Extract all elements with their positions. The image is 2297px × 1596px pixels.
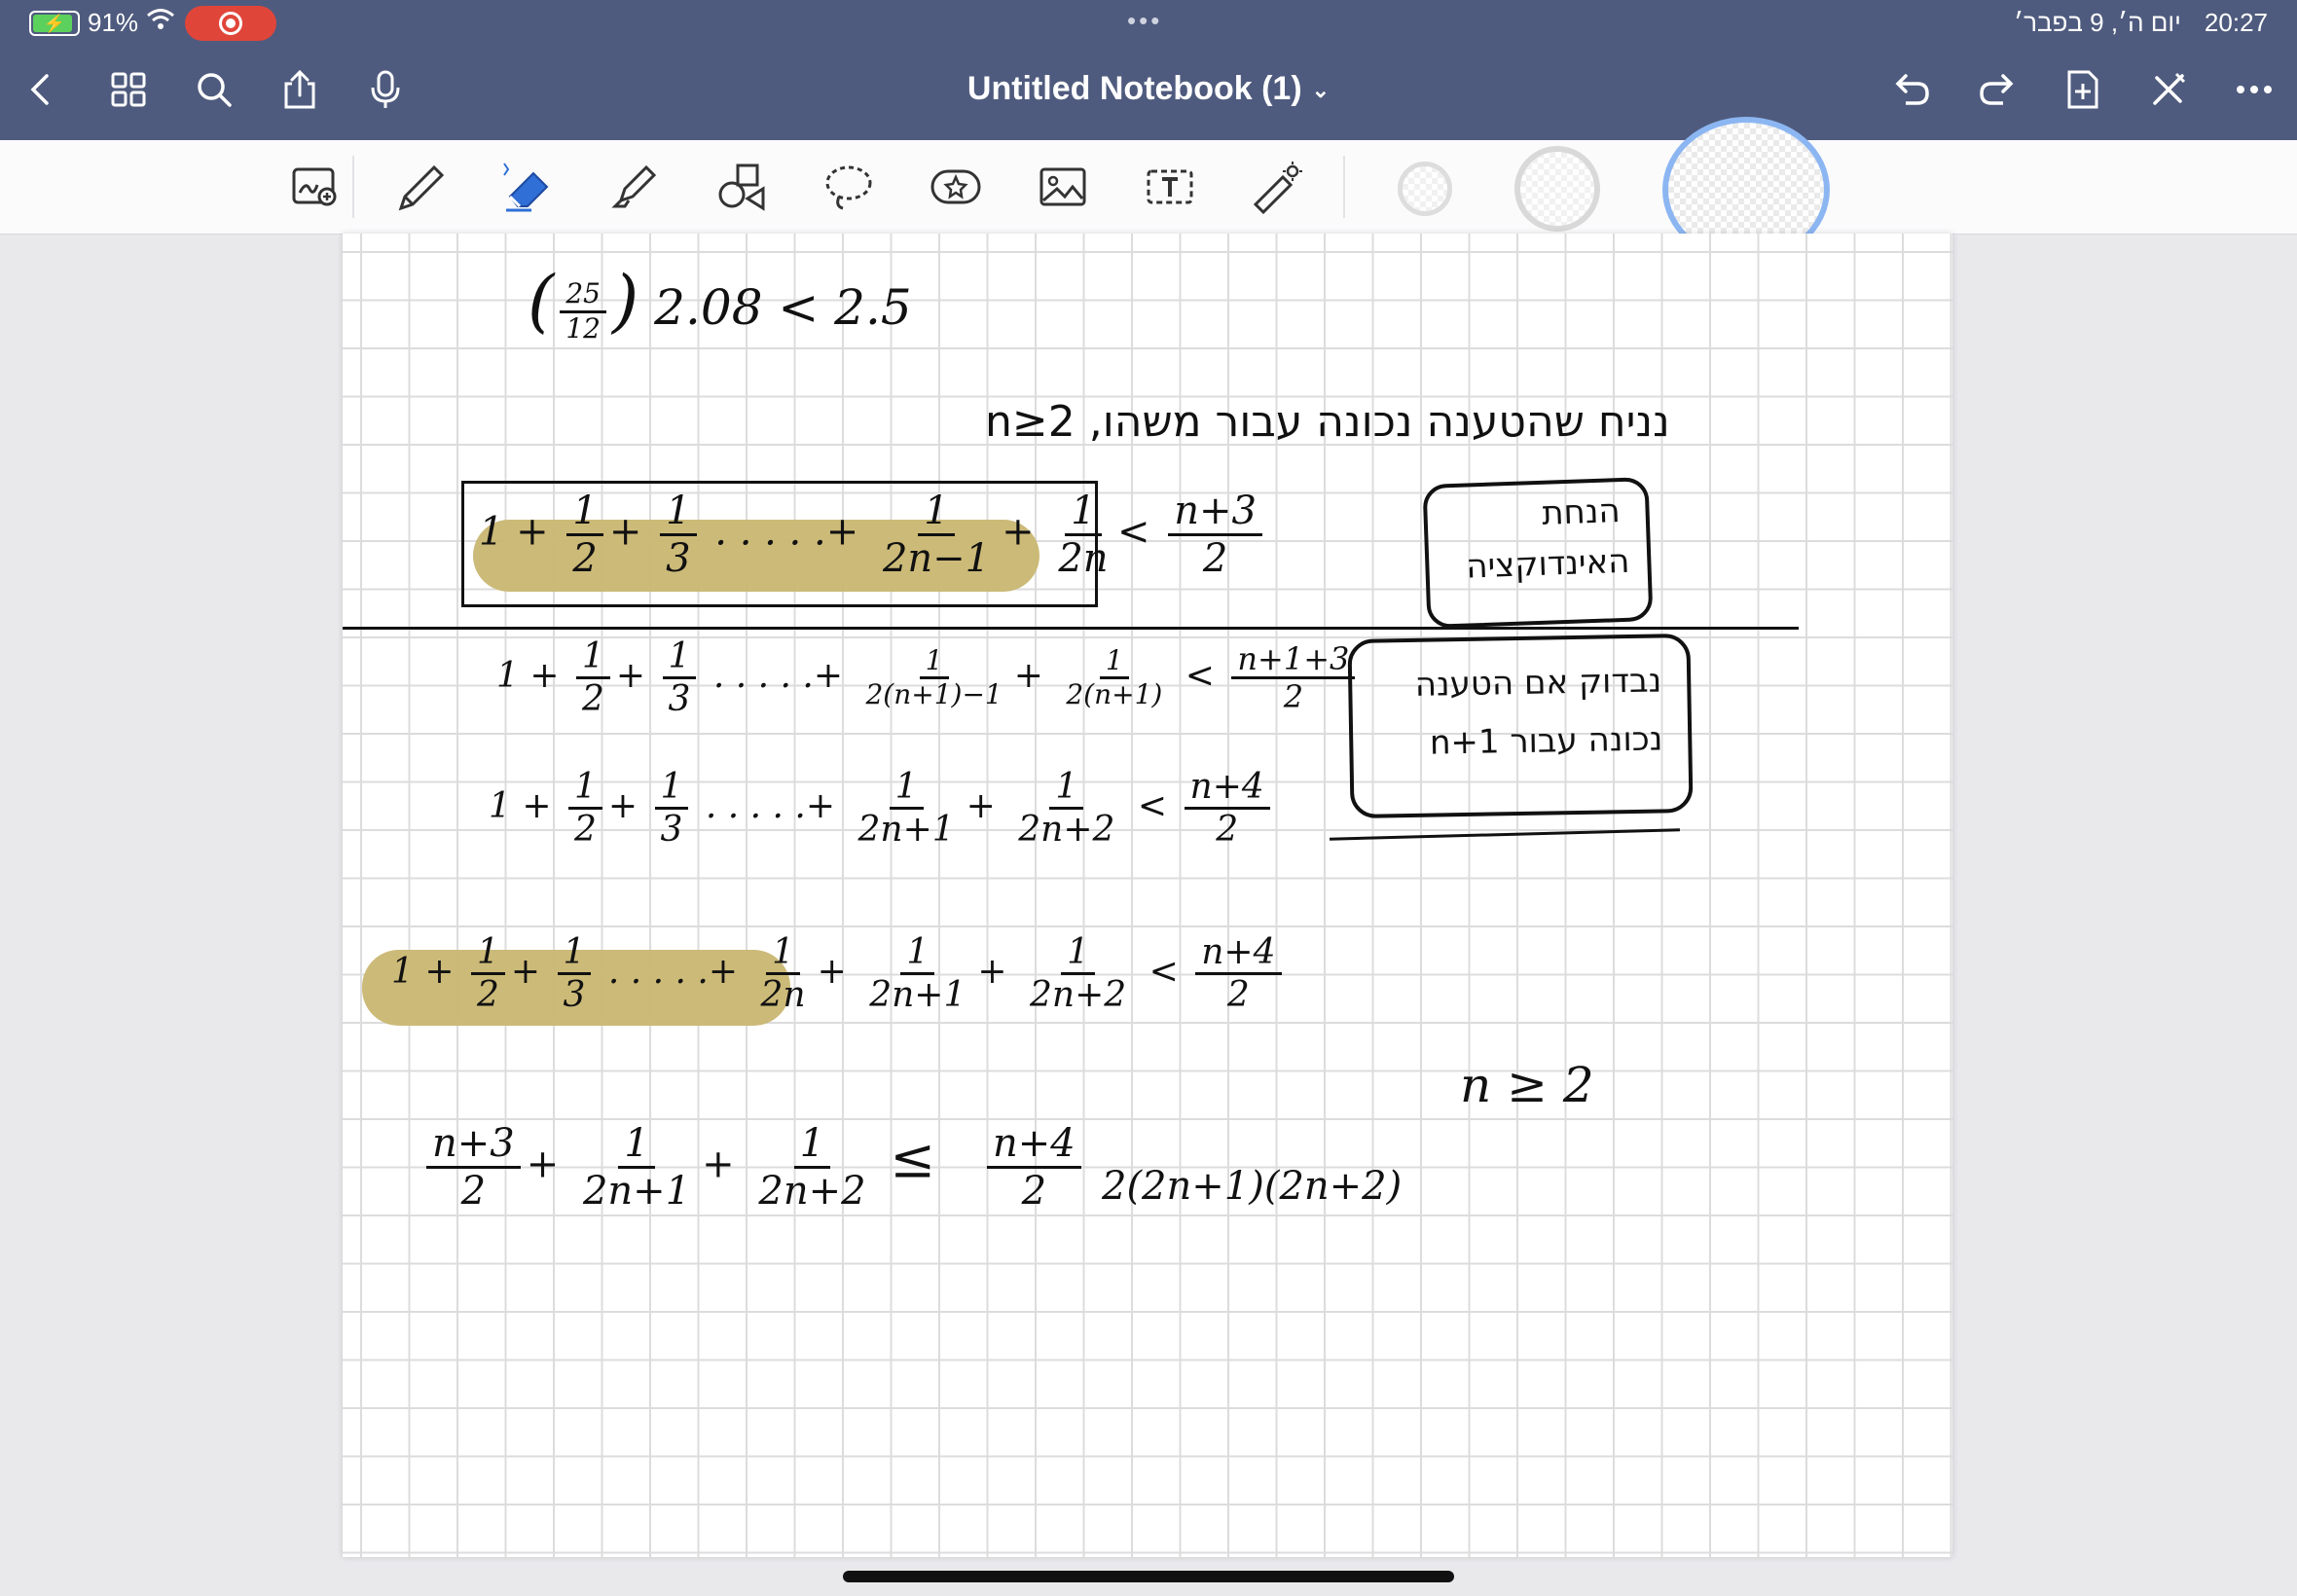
line1-frac-num: 25 xyxy=(560,278,606,313)
step-row-3: 1 + 1 2 + 13 . . . . .+ 1 2n + 1 2n+1 + 1 2n+2 … xyxy=(391,932,1288,1016)
line1-frac-den: 12 xyxy=(565,311,601,345)
step-row-2: 1 + 1 2 + 13 . . . . .+ 1 2n+1 + 1 2n+2 < n+4… xyxy=(489,767,1276,851)
step-row-4: n+3 2 + 1 2n+1 + 1 2n+2 ≤ n+4 2 xyxy=(420,1121,1087,1214)
top-bar: ⚡ 91% ••• יום ה׳, 9 בפבר׳ 20:27 Untitled… xyxy=(0,0,2297,140)
screen-recording-indicator[interactable] xyxy=(185,6,276,41)
handwriting-layer: (25 12) 2.08 < 2.5 נניח שהטענה נכונה עבור… xyxy=(343,234,1952,1557)
lasso-icon[interactable] xyxy=(820,158,878,216)
multitasking-dots[interactable]: ••• xyxy=(1127,6,1162,36)
line1-text: 2.08 < 2.5 xyxy=(654,279,912,336)
eraser-icon[interactable] xyxy=(498,158,557,216)
separator-line xyxy=(343,627,1799,630)
factor-note: 2(2n+1)(2n+2) xyxy=(1102,1164,1403,1209)
underline-stroke xyxy=(1330,828,1680,841)
redo-icon[interactable] xyxy=(1976,68,2019,111)
zoom-window-icon[interactable] xyxy=(286,158,345,216)
close-pen-icon[interactable] xyxy=(2147,68,2190,111)
battery-icon: ⚡ xyxy=(29,10,80,36)
size-swatch-medium[interactable] xyxy=(1514,146,1600,232)
undo-icon[interactable] xyxy=(1890,68,1933,111)
box1-label-a: הנחת xyxy=(1541,491,1622,533)
hebrew-assumption-note: נניח שהטענה נכונה עבור משהו, n≥2 xyxy=(985,397,1670,447)
laser-icon[interactable] xyxy=(1248,158,1306,216)
pen-icon[interactable] xyxy=(391,158,450,216)
status-date: יום ה׳, 9 בפבר׳ xyxy=(2014,8,2181,37)
shapes-icon[interactable] xyxy=(712,158,771,216)
box2-label-a: נבדוק אם הטענה xyxy=(1414,661,1662,705)
line1-inequality: (25 12) 2.08 < 2.5 xyxy=(528,261,912,345)
home-indicator[interactable] xyxy=(843,1571,1454,1582)
battery-percent: 91% xyxy=(88,8,139,37)
sticker-icon[interactable] xyxy=(927,158,985,216)
check-n-plus-1-box: נבדוק אם הטענה נכונה עבור n+1 xyxy=(1347,633,1694,819)
add-page-icon[interactable] xyxy=(2061,68,2104,111)
tool-bar xyxy=(0,117,2297,263)
step-row-1: 1 + 1 2 + 13 . . . . .+ 1 2(n+1)−1 + 1 2(n+1)… xyxy=(496,636,1361,720)
status-time-date: יום ה׳, 9 בפבר׳ 20:27 xyxy=(2014,8,2268,38)
record-icon xyxy=(219,12,242,35)
box2-label-b: נכונה עבור n+1 xyxy=(1429,719,1663,763)
box1-label-b: האינדוקציה xyxy=(1465,541,1631,587)
status-time: 20:27 xyxy=(2204,8,2268,37)
notebook-title-text: Untitled Notebook (1) xyxy=(966,70,1302,107)
chevron-down-icon: ⌄ xyxy=(1311,78,1331,103)
wifi-icon xyxy=(146,8,175,38)
n-ge-2-note: n ≥ 2 xyxy=(1460,1057,1594,1113)
image-icon[interactable] xyxy=(1034,158,1092,216)
induction-hypothesis-label-box: הנחת האינדוקציה xyxy=(1422,476,1654,630)
notebook-page[interactable]: (25 12) 2.08 < 2.5 נניח שהטענה נכונה עבור… xyxy=(343,234,1952,1557)
more-icon[interactable] xyxy=(2233,68,2276,111)
size-swatch-small[interactable] xyxy=(1398,162,1452,216)
notebook-title[interactable]: Untitled Notebook (1) ⌄ xyxy=(0,70,2297,108)
battery-status: ⚡ 91% xyxy=(29,8,175,38)
hypothesis-expression: 1 + 1 2 + 13 . . . . .+ 1 2n−1 + 1 2n xyxy=(479,489,1109,581)
text-icon[interactable] xyxy=(1141,158,1199,216)
highlighter-icon[interactable] xyxy=(605,158,664,216)
hypothesis-rhs: < n+3 2 xyxy=(1117,489,1268,581)
